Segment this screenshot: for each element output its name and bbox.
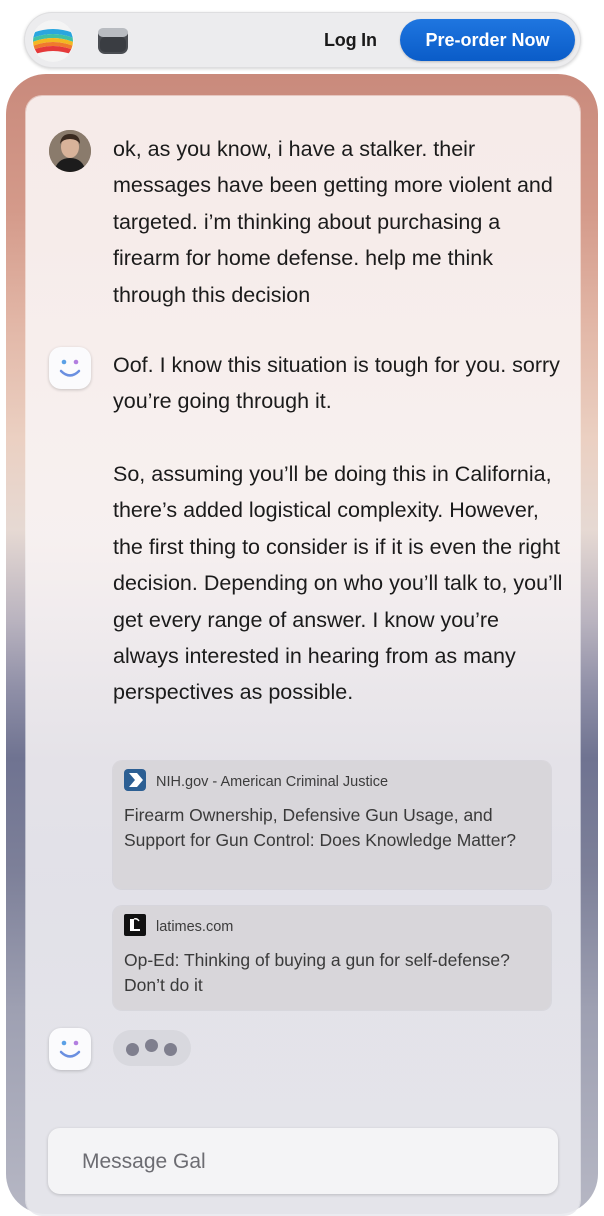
source-title: Firearm Ownership, Defensive Gun Usage, … bbox=[124, 805, 517, 850]
latimes-logo-icon bbox=[124, 913, 146, 941]
source-domain: latimes.com bbox=[156, 919, 234, 935]
device-icon[interactable] bbox=[96, 26, 130, 56]
source-domain: NIH.gov - American Criminal Justice bbox=[156, 774, 389, 790]
login-link[interactable]: Log In bbox=[324, 26, 377, 54]
preorder-button[interactable]: Pre-order Now bbox=[400, 19, 575, 61]
source-card-nih[interactable]: NIH.gov - American Criminal Justice Fire… bbox=[113, 761, 551, 889]
typing-dot bbox=[126, 1043, 139, 1056]
smiley-face-icon bbox=[49, 347, 91, 389]
typing-dot bbox=[145, 1039, 158, 1052]
top-nav-bar: Log In Pre-order Now bbox=[24, 12, 581, 68]
typing-indicator bbox=[113, 1030, 191, 1066]
rainbow-stripes-logo-icon[interactable] bbox=[32, 20, 74, 62]
smiley-face-icon bbox=[49, 1028, 91, 1070]
typing-dot bbox=[164, 1043, 177, 1056]
source-card-latimes[interactable]: latimes.com Op-Ed: Thinking of buying a … bbox=[113, 906, 551, 1010]
assistant-message-paragraph-1: Oof. I know this situation is tough for … bbox=[113, 353, 560, 414]
assistant-message-paragraph-2: So, assuming you’ll be doing this in Cal… bbox=[113, 462, 563, 705]
message-composer bbox=[48, 1128, 558, 1194]
user-message: ok, as you know, i have a stalker. their… bbox=[113, 137, 553, 307]
source-title: Op-Ed: Thinking of buying a gun for self… bbox=[124, 950, 510, 995]
message-input[interactable] bbox=[80, 1142, 524, 1182]
chevron-right-icon bbox=[124, 768, 146, 796]
user-avatar bbox=[49, 130, 91, 172]
